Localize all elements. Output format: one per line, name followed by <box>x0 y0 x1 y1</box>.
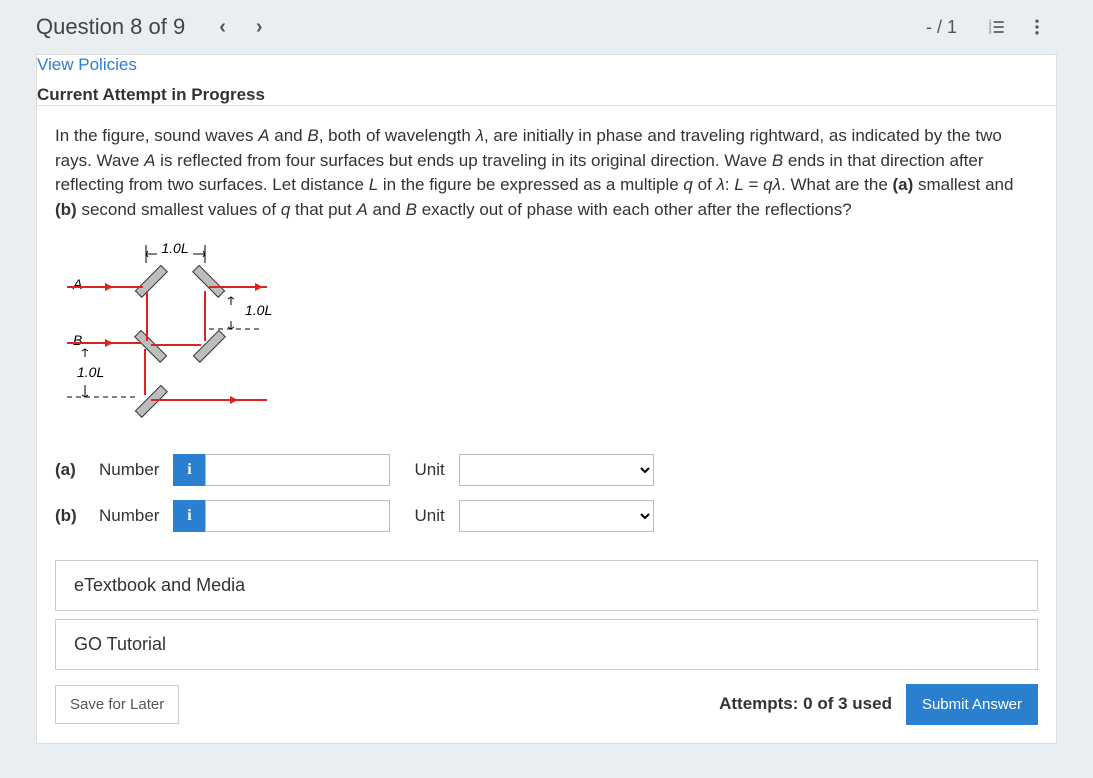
unit-select-a[interactable] <box>459 454 654 486</box>
number-input-b[interactable] <box>205 500 390 532</box>
attempt-status: Current Attempt in Progress <box>37 85 1056 105</box>
view-policies-link[interactable]: View Policies <box>37 55 137 85</box>
svg-text:3: 3 <box>989 30 992 36</box>
figure-dim-top: 1.0L <box>161 240 188 256</box>
part-b-label: (b) <box>55 506 85 526</box>
problem-statement: In the figure, sound waves A and B, both… <box>55 124 1038 223</box>
figure-label-b: B <box>73 332 82 348</box>
attempts-text: Attempts: 0 of 3 used <box>719 694 892 714</box>
question-title: Question 8 of 9 <box>36 14 185 40</box>
submit-answer-button[interactable]: Submit Answer <box>906 684 1038 725</box>
problem-figure: 1.0L <box>55 237 1038 432</box>
question-card: View Policies Current Attempt in Progres… <box>36 54 1057 744</box>
unit-label-b: Unit <box>414 506 444 526</box>
save-for-later-button[interactable]: Save for Later <box>55 685 179 724</box>
answer-row-b: (b) Number i Unit <box>55 500 1038 532</box>
number-input-a[interactable] <box>205 454 390 486</box>
figure-label-a: A <box>72 276 82 292</box>
answer-row-a: (a) Number i Unit <box>55 454 1038 486</box>
question-list-icon[interactable]: 1 2 3 <box>987 17 1007 37</box>
more-options-icon[interactable] <box>1027 17 1047 37</box>
figure-dim-right: 1.0L <box>245 302 272 318</box>
unit-label-a: Unit <box>414 460 444 480</box>
info-icon-b[interactable]: i <box>173 500 205 532</box>
prev-question-button[interactable]: ‹ <box>219 16 226 39</box>
number-label-b: Number <box>99 506 159 526</box>
figure-dim-left: 1.0L <box>77 364 104 380</box>
number-label-a: Number <box>99 460 159 480</box>
unit-select-b[interactable] <box>459 500 654 532</box>
part-a-label: (a) <box>55 460 85 480</box>
question-header: Question 8 of 9 ‹ › - / 1 1 2 3 <box>0 0 1093 54</box>
go-tutorial-panel[interactable]: GO Tutorial <box>55 619 1038 670</box>
etextbook-panel[interactable]: eTextbook and Media <box>55 560 1038 611</box>
info-icon-a[interactable]: i <box>173 454 205 486</box>
next-question-button[interactable]: › <box>256 16 263 39</box>
score-display: - / 1 <box>926 17 957 38</box>
